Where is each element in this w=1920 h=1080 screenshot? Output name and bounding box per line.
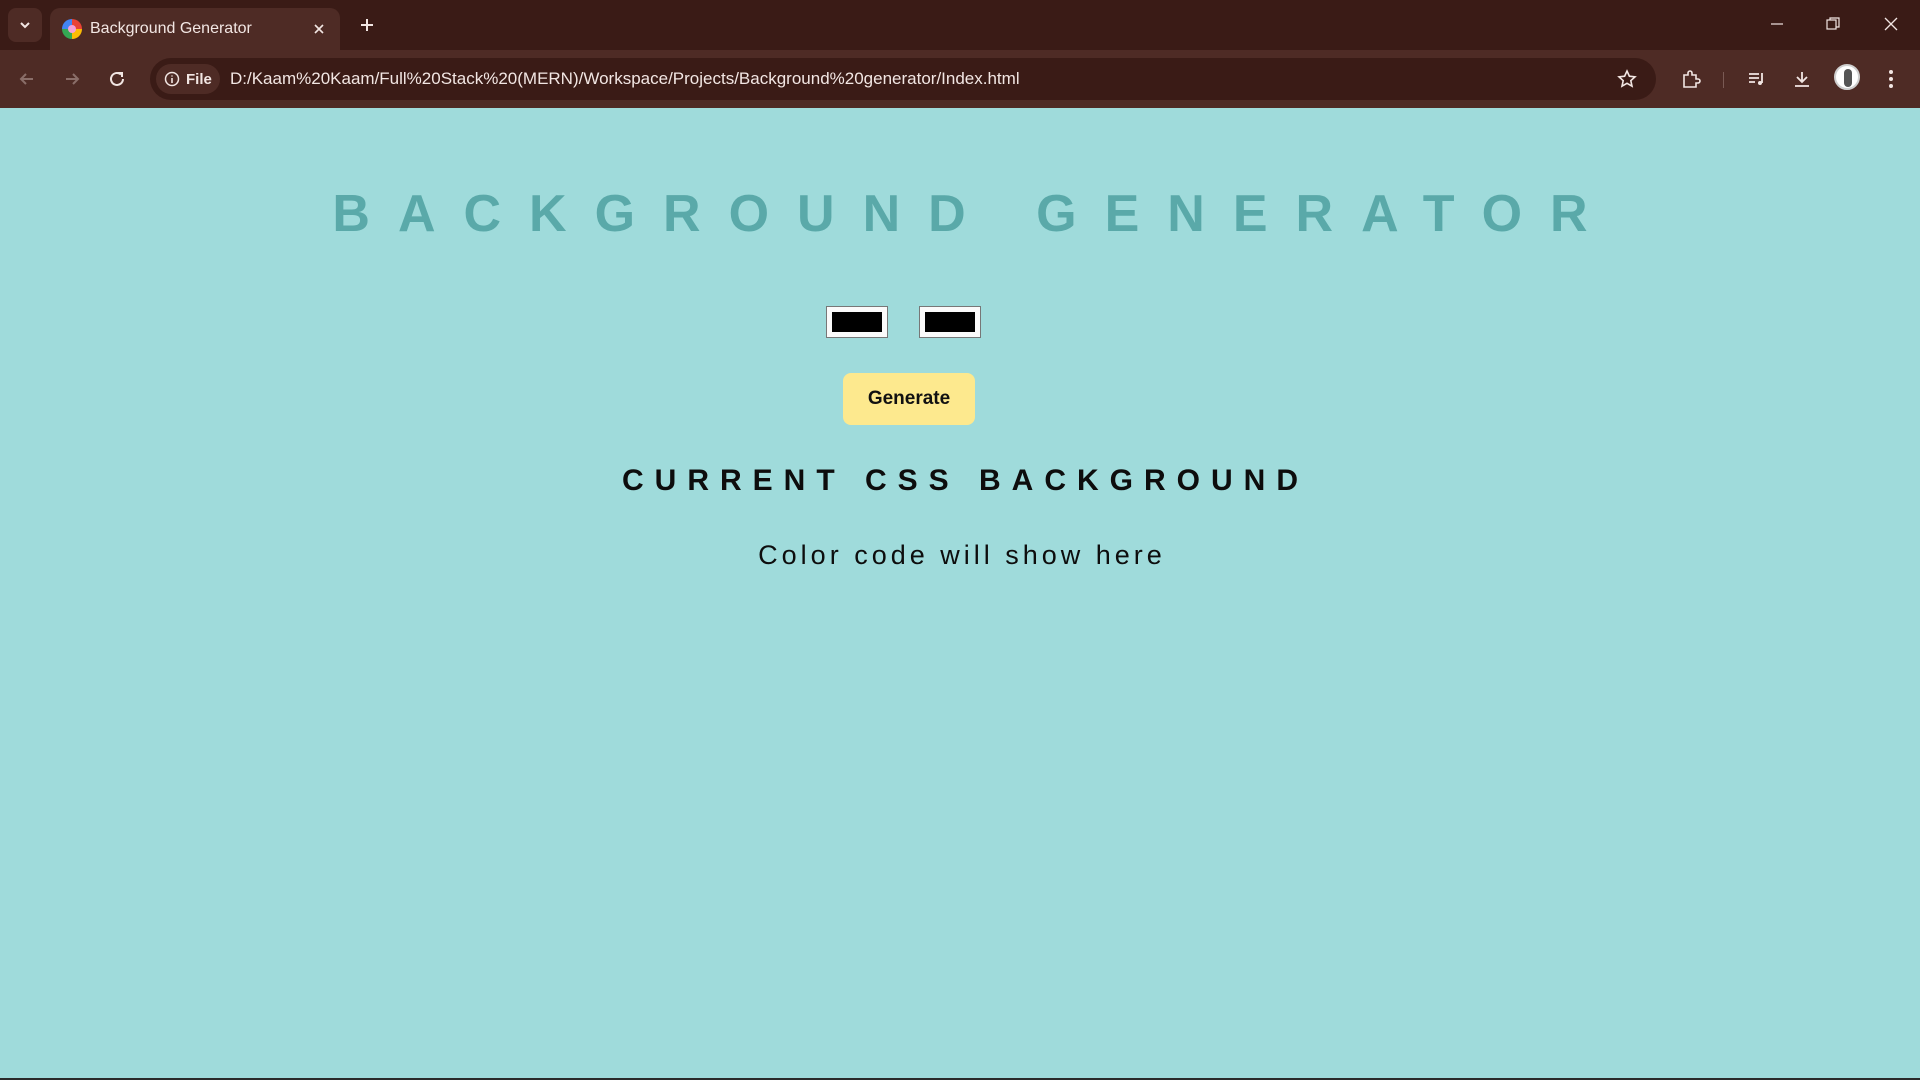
minimize-button[interactable] [1752,4,1802,44]
media-controls-button[interactable] [1740,62,1774,96]
close-icon [314,24,324,34]
star-icon [1617,69,1637,88]
tab-close-button[interactable] [306,16,332,42]
close-window-button[interactable] [1866,4,1916,44]
color-input-1-swatch [832,312,882,332]
arrow-right-icon [66,73,80,85]
color-code-output: Color code will show here [758,540,1166,570]
restore-button[interactable] [1808,4,1858,44]
new-tab-button[interactable] [350,8,384,42]
back-button[interactable] [10,62,44,96]
browser-toolbar: File D:/Kaam%20Kaam/Full%20Stack%20(MERN… [0,50,1920,108]
color-input-1[interactable] [826,306,888,338]
reload-button[interactable] [100,62,134,96]
favicon-icon [62,19,82,39]
address-bar[interactable]: File D:/Kaam%20Kaam/Full%20Stack%20(MERN… [150,58,1656,100]
close-icon [1884,17,1898,31]
info-icon [164,71,180,87]
toolbar-divider [1723,72,1724,88]
color-input-2-swatch [925,312,975,332]
downloads-button[interactable] [1785,62,1819,96]
profile-avatar[interactable] [1834,64,1860,90]
color-input-2[interactable] [919,306,981,338]
bookmark-button[interactable] [1612,64,1642,94]
arrow-left-icon [19,73,33,85]
tab-strip: Background Generator [0,0,1920,50]
chevron-down-icon [20,22,30,29]
minimize-icon [1771,23,1783,25]
more-vert-icon [1889,70,1893,88]
site-chip-label: File [186,70,212,88]
tab-active[interactable]: Background Generator [50,8,340,50]
menu-button[interactable] [1874,62,1908,96]
current-css-heading: CURRENT CSS BACKGROUND [621,464,1309,497]
download-icon [1795,72,1809,87]
tab-search-button[interactable] [8,8,42,42]
page-body: BACKGROUND GENERATOR Generate CURRENT CS… [0,108,1920,1078]
reload-icon [110,71,124,86]
page-title: BACKGROUND GENERATOR [332,185,1616,243]
forward-button[interactable] [55,62,89,96]
site-info-chip[interactable]: File [156,64,220,94]
tab-title: Background Generator [90,20,252,37]
plus-icon [361,19,373,31]
playlist-icon [1749,73,1763,85]
generate-button[interactable]: Generate [843,373,975,425]
puzzle-icon [1683,70,1701,88]
restore-icon [1826,17,1840,30]
url-text[interactable]: D:/Kaam%20Kaam/Full%20Stack%20(MERN)/Wor… [230,69,1020,89]
extensions-button[interactable] [1674,62,1708,96]
